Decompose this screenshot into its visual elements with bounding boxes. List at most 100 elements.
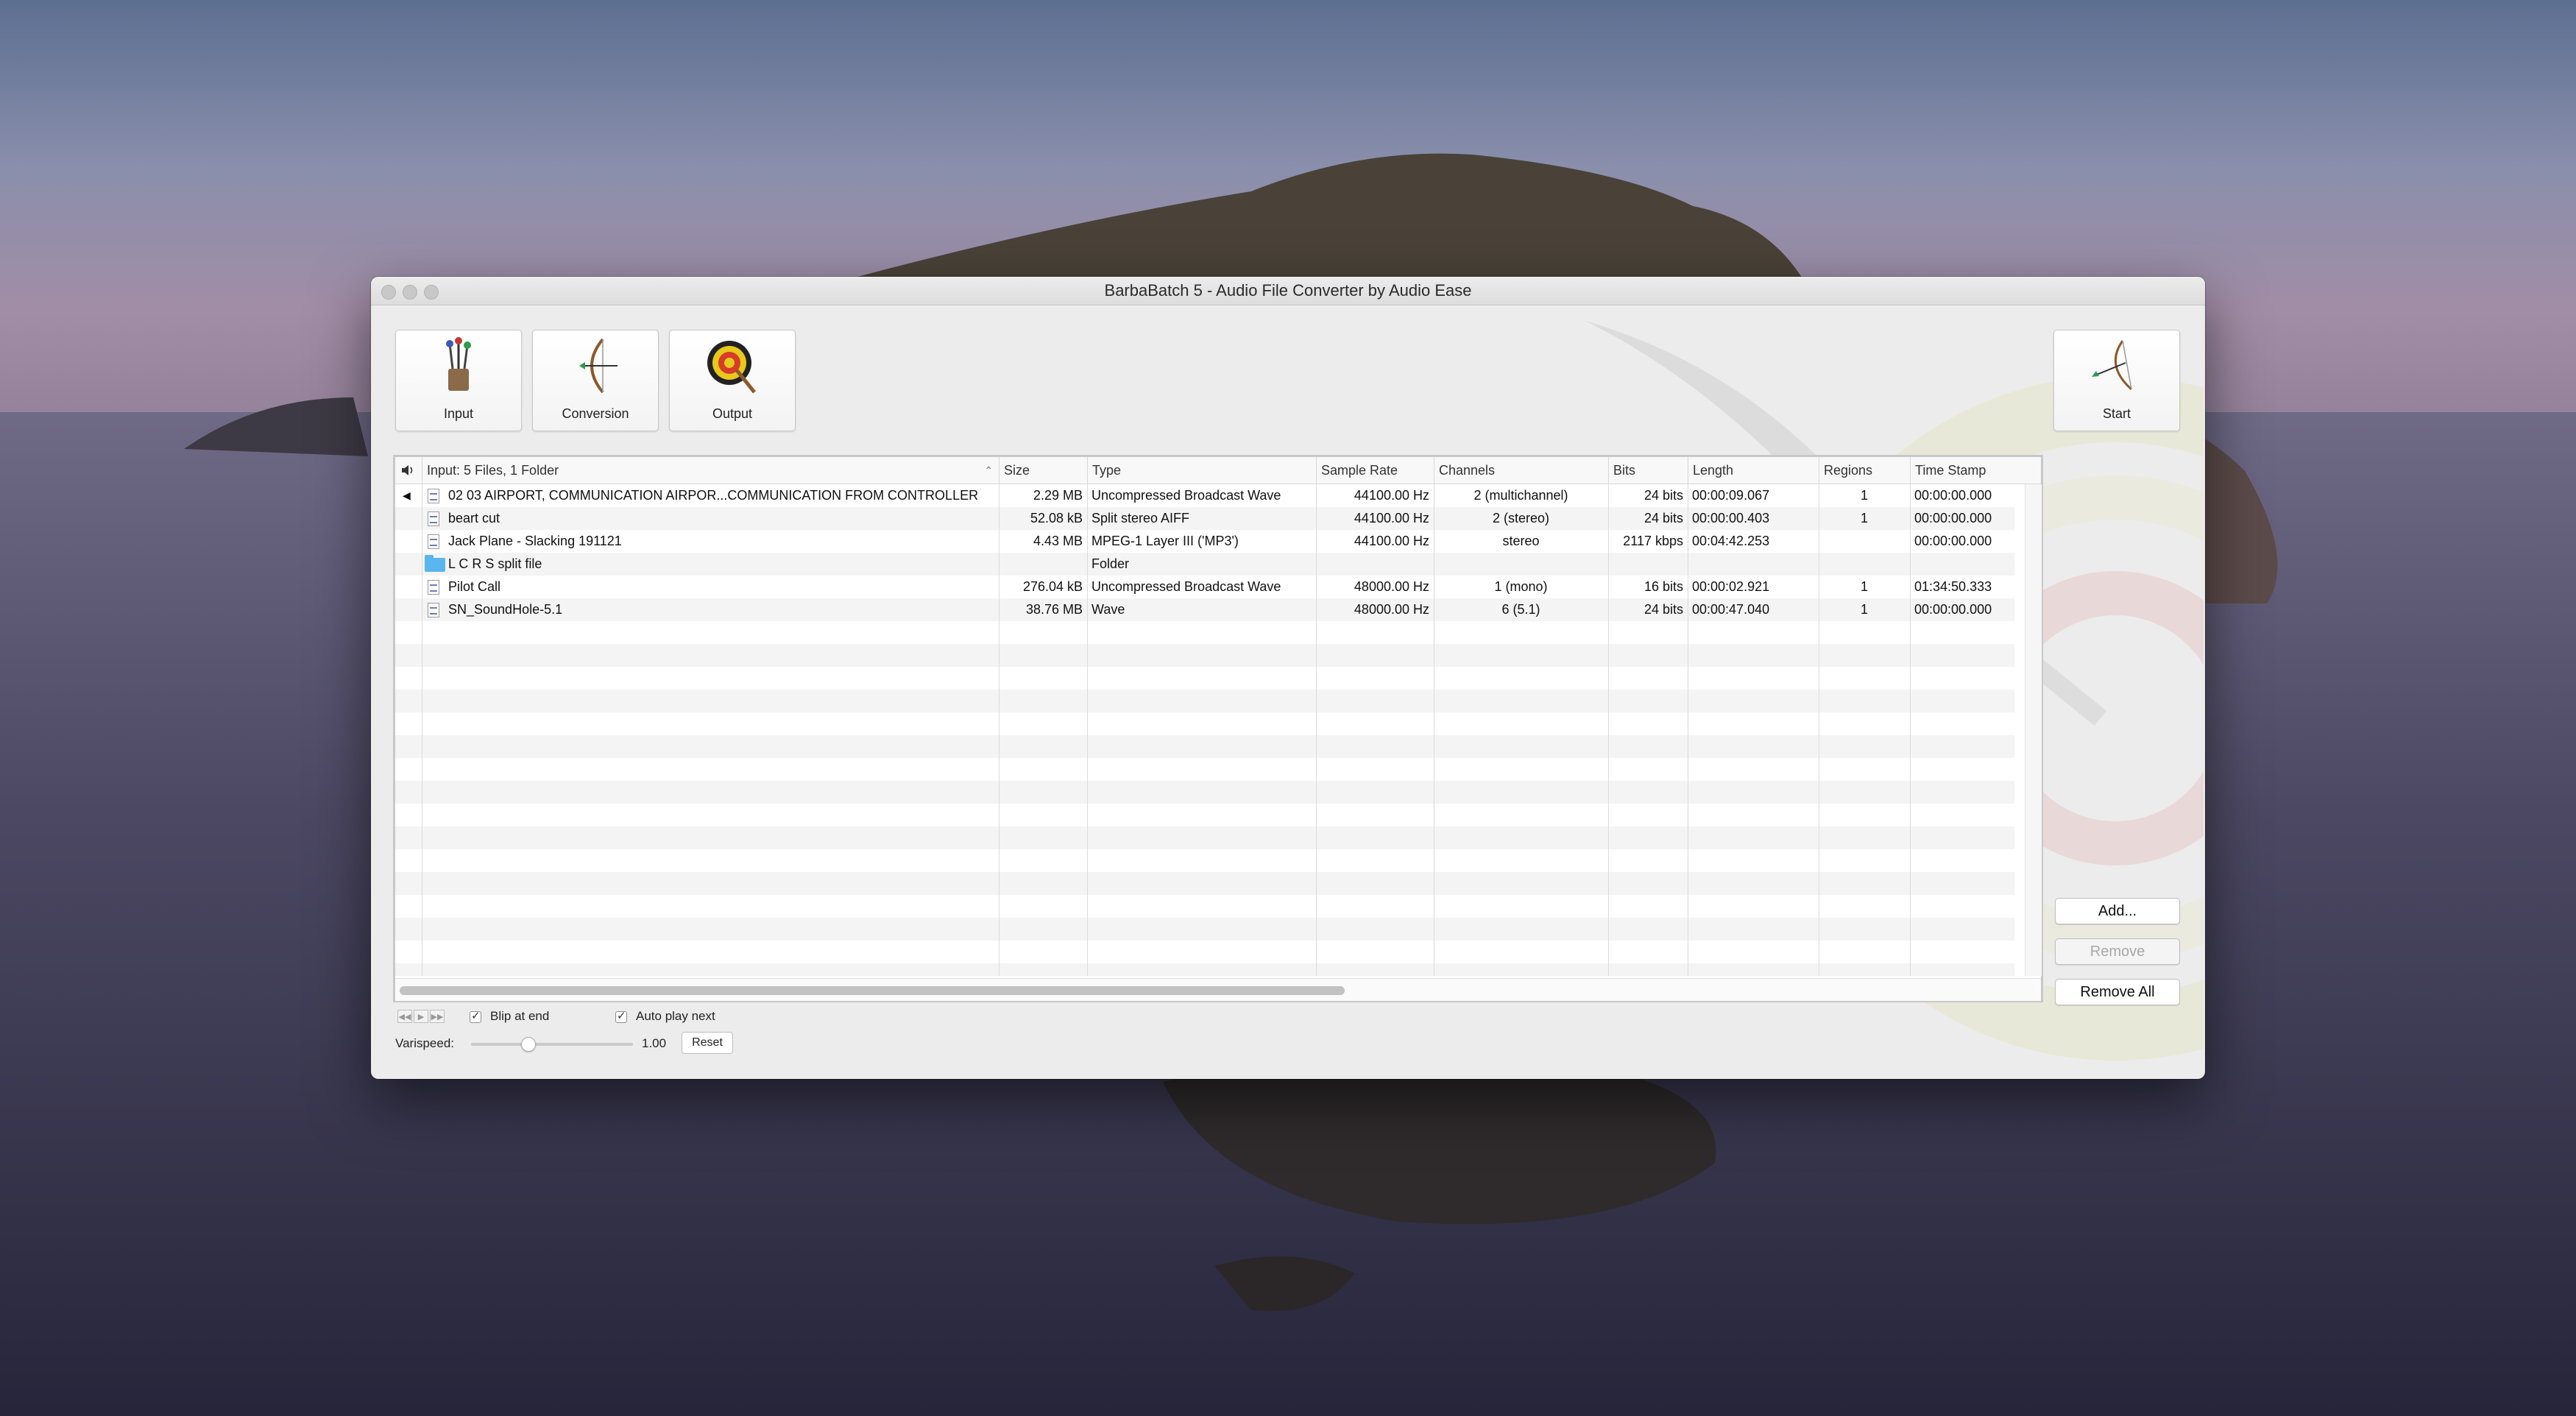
file-icon — [428, 603, 439, 617]
window-title: BarbaBatch 5 - Audio File Converter by A… — [1104, 281, 1472, 300]
file-name-cell: L C R S split file — [448, 556, 542, 571]
title-bar[interactable]: BarbaBatch 5 - Audio File Converter by A… — [371, 277, 2205, 305]
empty-table-row — [395, 941, 2014, 963]
empty-table-row — [395, 826, 2014, 849]
type-cell: Folder — [1091, 556, 1130, 571]
bits-cell: 16 bits — [1643, 579, 1683, 594]
table-row[interactable]: ◀ 02 03 AIRPORT, COMMUNICATION AIRPOR...C… — [395, 484, 2014, 507]
sample-rate-cell: 44100.00 Hz — [1354, 488, 1429, 503]
size-cell: 52.08 kB — [1030, 511, 1083, 525]
length-cell: 00:00:02.921 — [1692, 579, 1770, 594]
varispeed-slider[interactable] — [471, 1037, 633, 1052]
type-column-header[interactable]: Type — [1087, 457, 1316, 484]
output-button[interactable]: Output — [669, 330, 796, 431]
remove-button[interactable]: Remove — [2055, 938, 2180, 965]
name-column-header[interactable]: Input: 5 Files, 1 Folder ⌃ — [422, 457, 999, 484]
input-button-label: Input — [443, 406, 474, 421]
target-icon — [707, 341, 756, 394]
reset-button[interactable]: Reset — [682, 1032, 733, 1054]
next-track-icon[interactable]: ▶▶ — [430, 1010, 445, 1023]
empty-table-row — [395, 963, 2014, 976]
size-column-header[interactable]: Size — [999, 457, 1087, 484]
empty-table-row — [395, 621, 2014, 644]
type-cell: Split stereo AIFF — [1091, 511, 1190, 525]
blip-at-end-checkbox[interactable] — [470, 1009, 481, 1023]
size-cell: 4.43 MB — [1033, 534, 1083, 548]
remove-all-button[interactable]: Remove All — [2055, 979, 2180, 1005]
timestamp-cell: 00:00:00.000 — [1914, 488, 1992, 503]
previous-track-icon[interactable]: ◀◀ — [397, 1010, 412, 1023]
empty-table-row — [395, 667, 2014, 690]
size-cell: 38.76 MB — [1025, 602, 1083, 617]
channels-cell: 6 (5.1) — [1501, 602, 1540, 617]
timestamp-column-header[interactable]: Time Stamp — [1910, 457, 2041, 484]
channels-column-header[interactable]: Channels — [1434, 457, 1608, 484]
channels-cell — [1434, 553, 1608, 576]
conversion-button[interactable]: Conversion — [532, 330, 659, 431]
table-row[interactable]: Pilot Call 276.04 kB Uncompressed Broadcas… — [395, 576, 2014, 598]
table-row[interactable]: beart cut 52.08 kB Split stereo AIFF 44100.… — [395, 507, 2014, 530]
varispeed-value: 1.00 — [642, 1036, 667, 1050]
size-cell: 2.29 MB — [1033, 488, 1083, 503]
file-table: Input: 5 Files, 1 Folder ⌃ Size Type Sam… — [393, 455, 2043, 1002]
file-name-cell: Jack Plane - Slacking 191121 — [448, 534, 622, 548]
vertical-scrollbar[interactable] — [2025, 484, 2042, 976]
timestamp-cell: 00:00:00.000 — [1914, 602, 1992, 617]
regions-cell: 1 — [1860, 511, 1868, 525]
file-icon — [428, 511, 439, 526]
length-cell: 00:04:42.253 — [1692, 534, 1770, 548]
sample-rate-cell: 44100.00 Hz — [1354, 534, 1429, 548]
type-cell: Wave — [1091, 602, 1125, 617]
bits-cell: 24 bits — [1643, 602, 1683, 617]
auto-play-next-checkbox[interactable] — [615, 1009, 627, 1023]
start-button[interactable]: Start — [2053, 330, 2180, 431]
file-name-cell: SN_SoundHole-5.1 — [448, 602, 563, 617]
type-cell: MPEG-1 Layer III ('MP3') — [1091, 534, 1239, 548]
type-cell: Uncompressed Broadcast Wave — [1091, 579, 1281, 594]
regions-cell: 1 — [1860, 602, 1868, 617]
bow-arrow-icon — [2092, 340, 2132, 391]
empty-table-row — [395, 849, 2014, 872]
empty-table-row — [395, 781, 2014, 804]
input-button[interactable]: Input — [395, 330, 522, 431]
channels-cell: stereo — [1502, 534, 1540, 548]
file-name-cell: 02 03 AIRPORT, COMMUNICATION AIRPOR...CO… — [448, 488, 979, 503]
bits-cell: 24 bits — [1643, 511, 1683, 525]
timestamp-cell: 01:34:50.333 — [1914, 579, 1992, 594]
bits-cell — [1608, 553, 1688, 576]
length-cell: 00:00:47.040 — [1692, 602, 1770, 617]
length-column-header[interactable]: Length — [1688, 457, 1819, 484]
type-cell: Uncompressed Broadcast Wave — [1091, 488, 1281, 503]
speaker-column-header[interactable] — [395, 457, 422, 484]
empty-table-row — [395, 804, 2014, 826]
file-name-cell: beart cut — [448, 511, 500, 525]
table-row[interactable]: L C R S split file Folder — [395, 553, 2014, 576]
table-row[interactable]: SN_SoundHole-5.1 38.76 MB Wave 48000.00 Hz 6… — [395, 598, 2014, 621]
timestamp-cell — [1910, 553, 2014, 576]
sample-rate-cell: 48000.00 Hz — [1354, 602, 1429, 617]
horizontal-scrollbar-thumb[interactable] — [400, 986, 1345, 995]
table-row[interactable]: Jack Plane - Slacking 191121 4.43 MB MPEG-… — [395, 530, 2014, 553]
name-column-header-label: Input: 5 Files, 1 Folder — [427, 463, 559, 478]
length-cell: 00:00:09.067 — [1692, 488, 1770, 503]
regions-cell: 1 — [1860, 488, 1868, 503]
playback-controls: ◀◀ ▶ ▶▶ Blip at end Auto play next Varis… — [371, 1005, 2205, 1079]
regions-cell: 1 — [1860, 579, 1868, 594]
blip-at-end-label: Blip at end — [490, 1009, 550, 1023]
quiver-icon — [446, 337, 471, 391]
varispeed-slider-knob[interactable] — [521, 1037, 536, 1052]
empty-table-row — [395, 644, 2014, 667]
regions-cell — [1819, 530, 1910, 553]
empty-table-row — [395, 712, 2014, 735]
horizontal-scrollbar[interactable] — [395, 978, 2041, 1001]
add-button[interactable]: Add... — [2055, 898, 2180, 924]
table-header: Input: 5 Files, 1 Folder ⌃ Size Type Sam… — [395, 457, 2041, 484]
empty-table-row — [395, 918, 2014, 941]
channels-cell: 1 (mono) — [1494, 579, 1548, 594]
bits-column-header[interactable]: Bits — [1608, 457, 1688, 484]
start-button-label: Start — [2102, 406, 2131, 421]
regions-column-header[interactable]: Regions — [1819, 457, 1910, 484]
app-window: BarbaBatch 5 - Audio File Converter by A… — [371, 277, 2205, 1079]
sample-rate-column-header[interactable]: Sample Rate — [1316, 457, 1434, 484]
play-icon[interactable]: ▶ — [414, 1010, 428, 1023]
